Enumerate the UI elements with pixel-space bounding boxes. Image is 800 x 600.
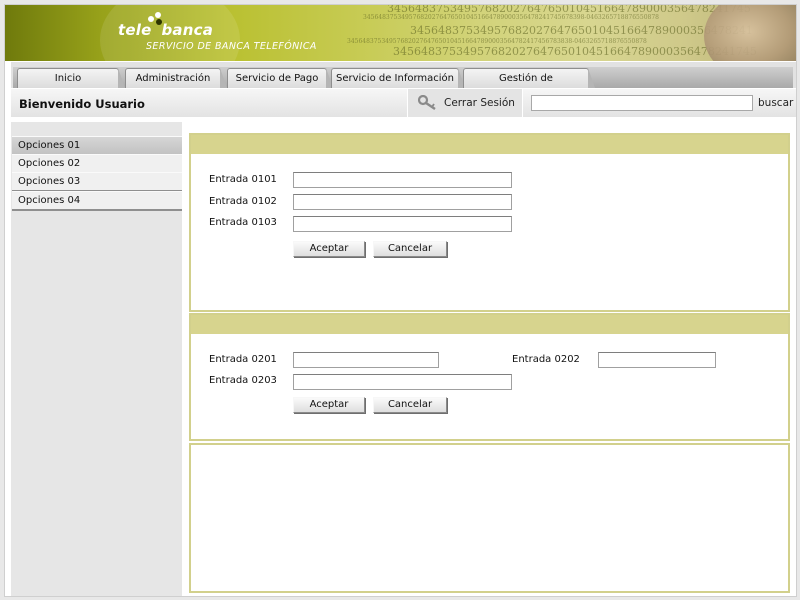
entrada-0101-input[interactable] bbox=[293, 172, 512, 188]
field-label: Entrada 0103 bbox=[209, 217, 277, 228]
entrada-0202-input[interactable] bbox=[598, 352, 716, 368]
tab-servicio-de-informacion[interactable]: Servicio de Información bbox=[331, 68, 465, 88]
key-icon bbox=[418, 95, 436, 110]
form-panel-1: Entrada 0101 Entrada 0102 Entrada 0103 A… bbox=[189, 133, 790, 312]
sidebar-item-label: Opciones 01 bbox=[18, 140, 81, 151]
logout-label: Cerrar Sesión bbox=[444, 97, 515, 109]
sidebar-item-label: Opciones 04 bbox=[18, 195, 81, 206]
tab-label: Inicio bbox=[54, 73, 82, 84]
search-button[interactable]: buscar bbox=[758, 97, 793, 109]
banner-digits: 3456483753495768202764765010451664789000… bbox=[393, 45, 757, 58]
sidebar-item-opciones-03[interactable]: Opciones 03 bbox=[12, 172, 182, 192]
form-panel-2: Entrada 0201 Entrada 0202 Entrada 0203 A… bbox=[189, 313, 790, 441]
logo-subtitle: SERVICIO DE BANCA TELEFÓNICA bbox=[146, 41, 317, 52]
banner-face-photo bbox=[704, 5, 796, 61]
banner-digits: 3456483753495768202764765010451664789000… bbox=[363, 14, 659, 21]
user-bar: Bienvenido Usuario Cerrar Sesión buscar bbox=[11, 89, 796, 117]
tab-servicio-de-pago[interactable]: Servicio de Pago bbox=[227, 68, 333, 88]
entrada-0201-input[interactable] bbox=[293, 352, 439, 368]
entrada-0103-input[interactable] bbox=[293, 216, 512, 232]
field-label: Entrada 0202 bbox=[512, 354, 580, 365]
field-label: Entrada 0201 bbox=[209, 354, 277, 365]
cancelar-button[interactable]: Cancelar bbox=[373, 397, 447, 413]
sidebar-item-label: Opciones 03 bbox=[18, 176, 81, 187]
field-label: Entrada 0101 bbox=[209, 174, 277, 185]
field-label: Entrada 0203 bbox=[209, 375, 277, 386]
cancelar-button[interactable]: Cancelar bbox=[373, 241, 447, 257]
panel-header bbox=[191, 315, 788, 334]
content-panel-3 bbox=[189, 443, 790, 593]
aceptar-button[interactable]: Aceptar bbox=[293, 241, 365, 257]
tab-label: Servicio de Información bbox=[335, 73, 455, 84]
tab-inicio[interactable]: Inicio bbox=[17, 68, 125, 88]
sidebar-item-label: Opciones 02 bbox=[18, 158, 81, 169]
field-label: Entrada 0102 bbox=[209, 196, 277, 207]
search-input[interactable] bbox=[531, 95, 753, 111]
header-banner: 3456483753495768202764765010451664789000… bbox=[5, 5, 796, 61]
logo-text-tele: tele bbox=[118, 21, 152, 39]
sidebar-item-opciones-04[interactable]: Opciones 04 bbox=[12, 191, 182, 211]
tab-label: Servicio de Pago bbox=[235, 73, 319, 84]
tab-label: Administración bbox=[135, 73, 211, 84]
sidebar: Opciones 01 Opciones 02 Opciones 03 Opci… bbox=[11, 122, 182, 596]
welcome-message: Bienvenido Usuario bbox=[19, 97, 145, 111]
banner-digits: 3456483753495768202764765010451664789000… bbox=[347, 38, 647, 45]
app-window: 3456483753495768202764765010451664789000… bbox=[4, 4, 797, 597]
logout-button[interactable]: Cerrar Sesión bbox=[407, 89, 523, 117]
entrada-0102-input[interactable] bbox=[293, 194, 512, 210]
panel-header bbox=[191, 135, 788, 154]
logo-text-banca: banca bbox=[161, 21, 214, 39]
aceptar-button[interactable]: Aceptar bbox=[293, 397, 365, 413]
entrada-0203-input[interactable] bbox=[293, 374, 512, 390]
sidebar-item-opciones-02[interactable]: Opciones 02 bbox=[12, 154, 182, 174]
sidebar-item-opciones-01[interactable]: Opciones 01 bbox=[12, 136, 182, 156]
tab-gestion-de-autenticacion[interactable]: Gestión de Autenticación bbox=[463, 68, 595, 103]
main-nav: Inicio Administración Servicio de Pago S… bbox=[11, 62, 796, 103]
tab-administracion[interactable]: Administración bbox=[125, 68, 227, 88]
logo-dots-icon bbox=[148, 12, 168, 25]
telebanca-logo[interactable]: tele banca bbox=[118, 12, 214, 39]
banner-digits: 3456483753495768202764765010451664789000… bbox=[410, 24, 753, 37]
